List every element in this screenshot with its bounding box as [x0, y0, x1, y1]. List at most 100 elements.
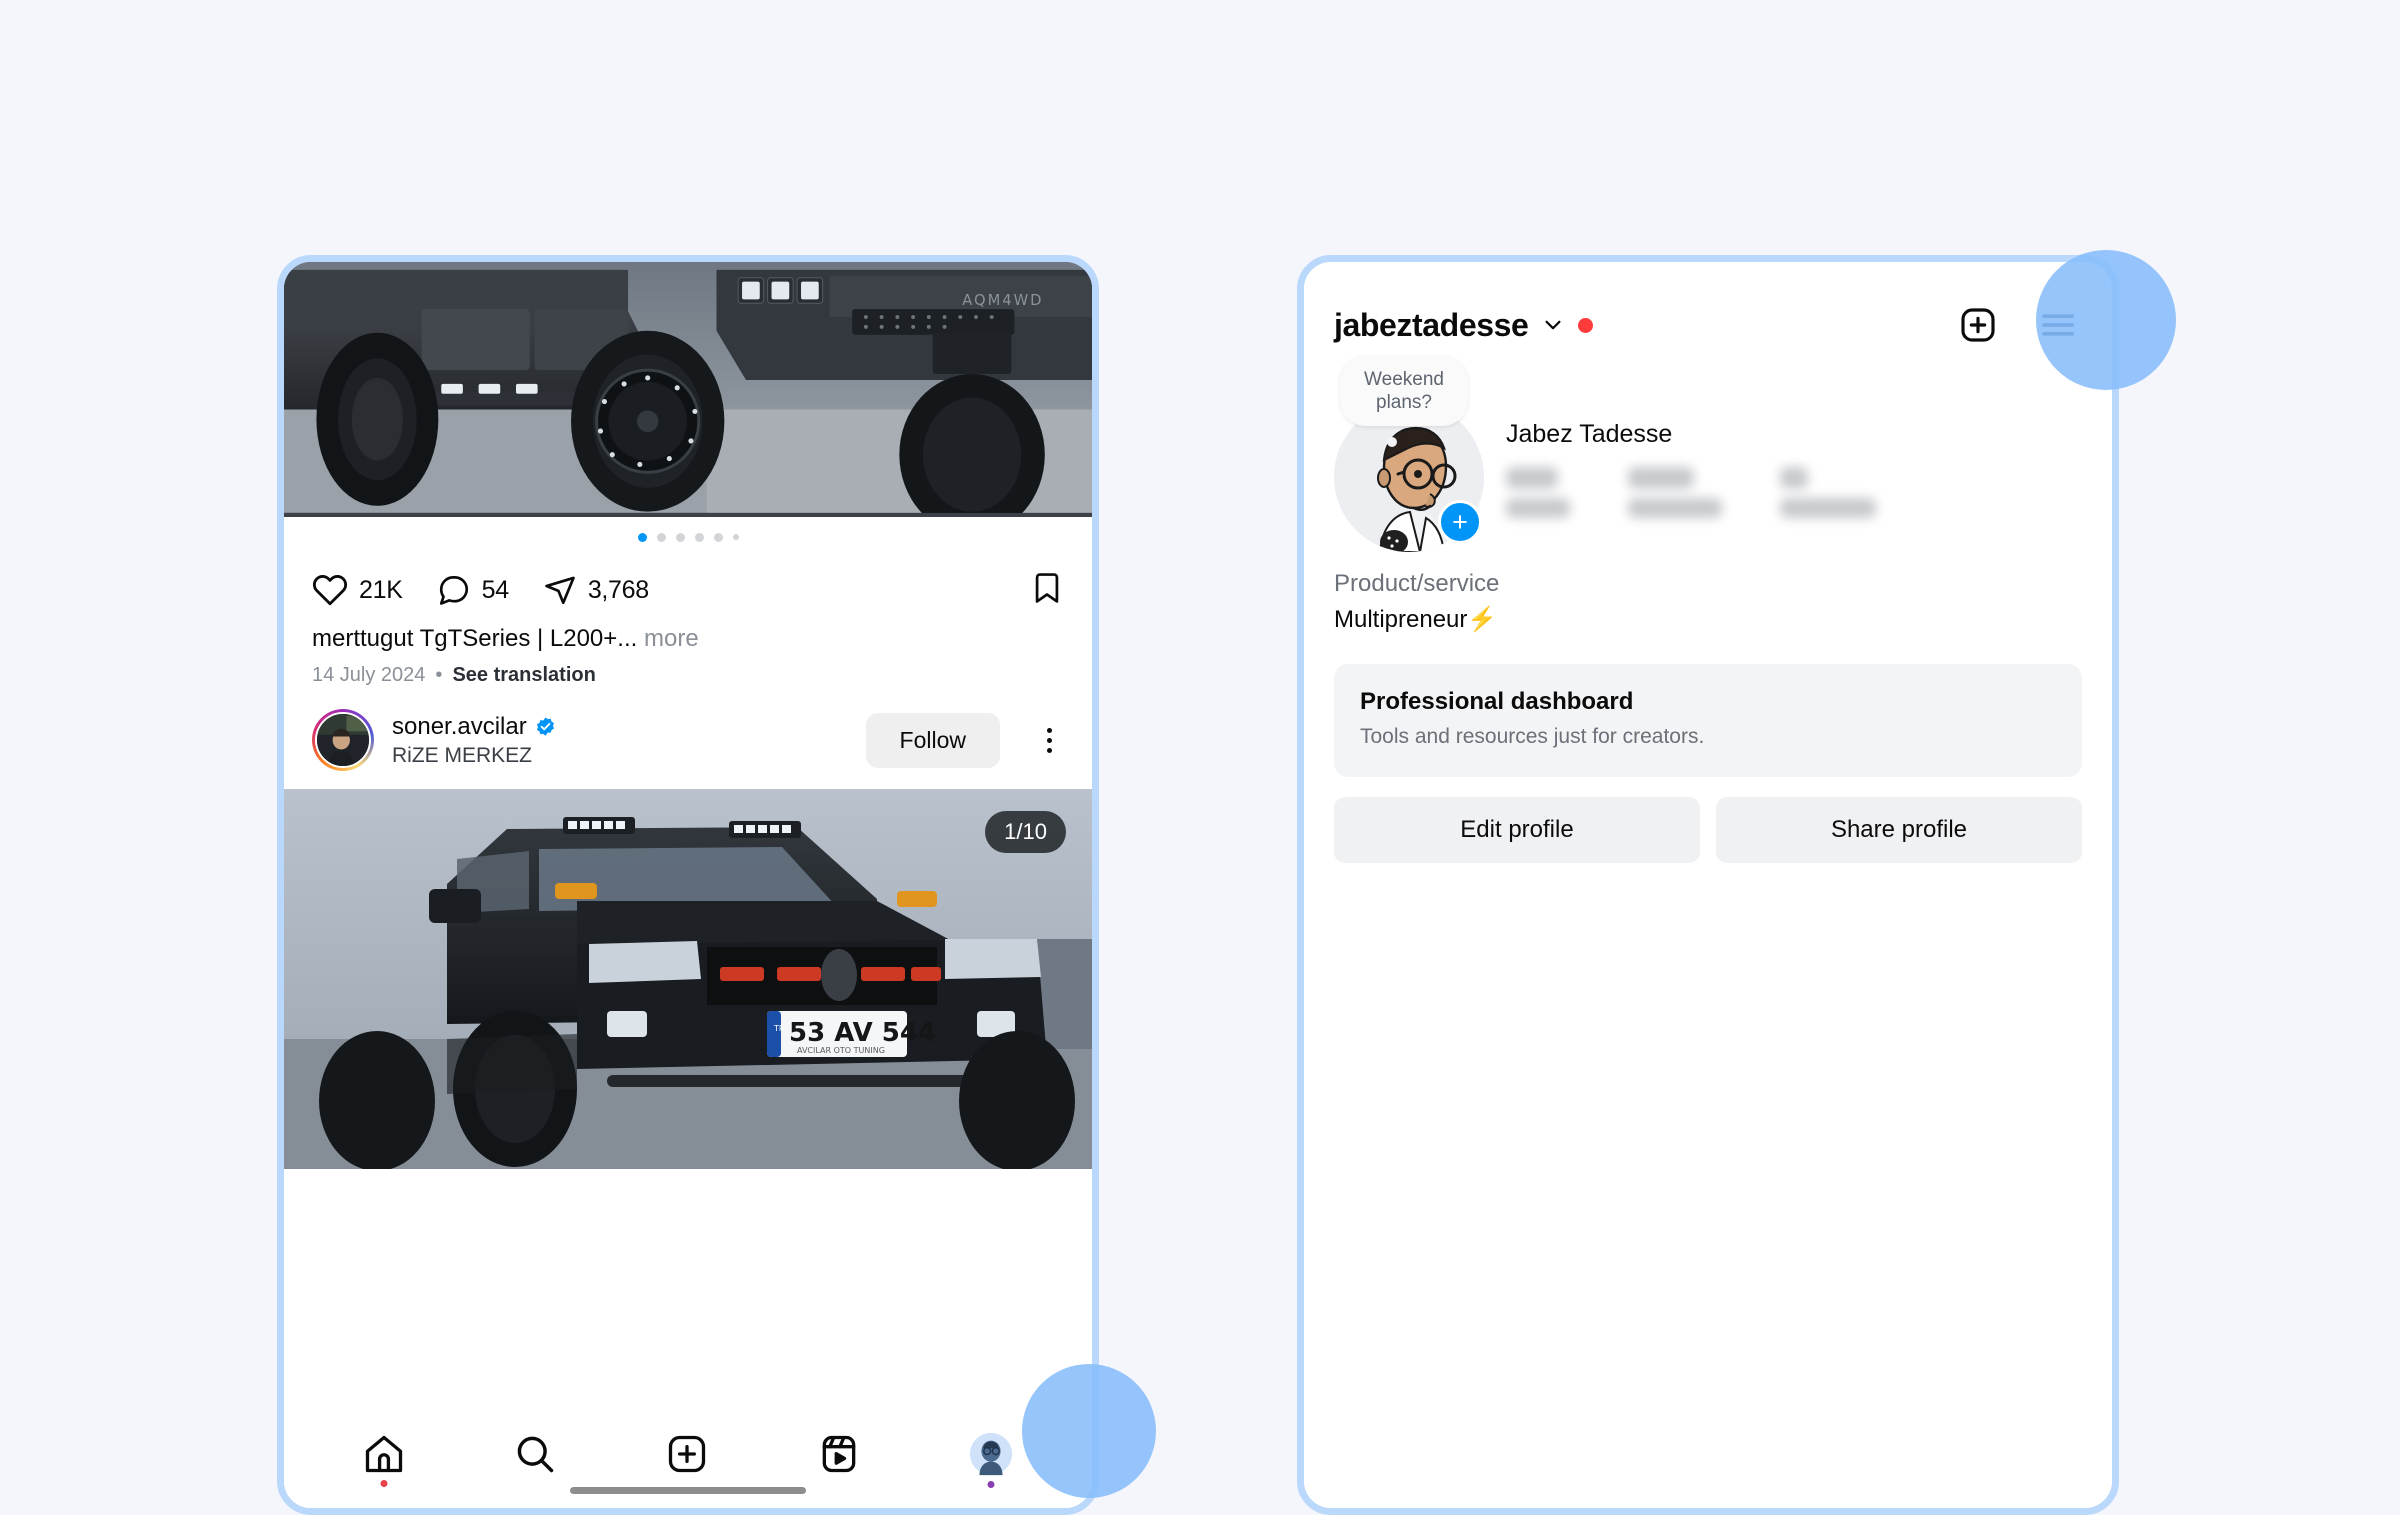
home-indicator-bar: [570, 1487, 806, 1494]
feed-screen: AQM4WD 21K 54 3,768 merttugut TgTSeries …: [284, 262, 1092, 1508]
nav-home[interactable]: [362, 1432, 406, 1487]
profile-info: Jabez Tadesse: [1506, 364, 2082, 518]
heart-icon: [312, 575, 348, 606]
comment-count: 54: [481, 575, 510, 604]
add-post-icon: [1961, 308, 1995, 342]
hamburger-menu-button[interactable]: [2034, 304, 2082, 346]
comment-icon: [439, 576, 468, 605]
share-icon: [545, 576, 575, 605]
add-post-button[interactable]: [1958, 305, 1998, 345]
nav-profile[interactable]: [968, 1431, 1014, 1488]
author-location: RiZE MERKEZ: [392, 743, 533, 767]
svg-text:53 AV 544: 53 AV 544: [789, 1018, 936, 1048]
post-action-row: 21K 54 3,768: [284, 557, 1092, 619]
like-button[interactable]: 21K: [312, 572, 403, 608]
author-username[interactable]: soner.avcilar: [392, 713, 527, 741]
stat-followers[interactable]: [1628, 467, 1722, 518]
note-bubble[interactable]: Weekend plans?: [1340, 356, 1468, 427]
home-icon: [365, 1435, 402, 1473]
profile-action-buttons: Edit profile Share profile: [1334, 797, 2082, 863]
like-count: 21K: [359, 575, 403, 604]
soner-avcilar-avatar: [317, 714, 369, 767]
meta-separator: •: [435, 664, 443, 687]
left-phone-frame: AQM4WD 21K 54 3,768 merttugut TgTSeries …: [277, 255, 1099, 1515]
profile-username[interactable]: jabeztadesse: [1334, 307, 1529, 344]
author-avatar[interactable]: [312, 709, 374, 772]
nav-search[interactable]: [513, 1432, 557, 1476]
chevron-down-icon[interactable]: [1542, 314, 1564, 336]
dot: [1046, 747, 1052, 753]
caption-text: TgTSeries | L200+...: [419, 625, 638, 652]
post-caption[interactable]: merttugut TgTSeries | L200+... more: [284, 619, 1092, 655]
dashboard-subtitle: Tools and resources just for creators.: [1360, 725, 1705, 748]
caption-author: merttugut: [312, 625, 414, 652]
stat-value: [1628, 467, 1694, 489]
profile-header: jabeztadesse: [1304, 262, 2112, 346]
follow-button[interactable]: Follow: [865, 712, 1000, 768]
truck-front-photo: TR 53 AV 544 AVCILAR OTO TUNING: [284, 789, 1092, 1170]
author-info: soner.avcilar RiZE MERKEZ: [392, 713, 556, 768]
profile-screen: jabeztadesse Weekend plans? + Jabez Tade…: [1304, 262, 2112, 1508]
nav-create[interactable]: [665, 1432, 709, 1476]
profile-avatar-icon: [970, 1432, 1013, 1476]
carousel-dot: [675, 532, 685, 542]
stat-posts[interactable]: [1506, 467, 1570, 518]
stat-value: [1506, 467, 1558, 489]
dashboard-title: Professional dashboard: [1360, 688, 1634, 715]
post-author-row: soner.avcilar RiZE MERKEZ Follow: [284, 687, 1092, 789]
dot: [1046, 727, 1052, 733]
post-meta-row: 14 July 2024 • See translation: [284, 655, 1092, 687]
avatar-block: Weekend plans? +: [1334, 356, 1484, 552]
stat-following[interactable]: [1780, 467, 1876, 518]
stat-value: [1780, 467, 1808, 489]
create-icon: [668, 1435, 706, 1473]
profile-stats-row: [1506, 467, 2082, 518]
save-button[interactable]: [1030, 571, 1064, 610]
carousel-counter-badge: 1/10: [985, 811, 1066, 854]
verified-badge-icon: [536, 717, 554, 737]
carousel-dot: [637, 532, 647, 542]
home-notification-dot: [380, 1480, 388, 1487]
share-profile-button[interactable]: Share profile: [1716, 797, 2082, 863]
stat-label: [1780, 498, 1876, 518]
carousel-dots[interactable]: [284, 517, 1092, 557]
post-media-bottom[interactable]: 1/10 TR 53 AV 544 AVCILAR OTO TUNING: [284, 789, 1092, 1170]
carousel-dot: [656, 532, 666, 542]
profile-bio-text: Multipreneur⚡: [1334, 606, 1498, 633]
profile-category: Product/service: [1334, 570, 1500, 597]
post-options-button[interactable]: [1034, 727, 1064, 753]
profile-top-row: Weekend plans? + Jabez Tadesse: [1334, 356, 2082, 552]
unread-indicator-dot: [1578, 317, 1594, 333]
truck-wheels-photo: AQM4WD: [284, 262, 1092, 513]
carousel-dot: [713, 532, 723, 542]
carousel-dot: [732, 534, 739, 540]
stat-label: [1506, 498, 1570, 518]
nav-reels[interactable]: [817, 1432, 861, 1476]
svg-text:AVCILAR OTO TUNING: AVCILAR OTO TUNING: [797, 1046, 885, 1055]
professional-dashboard-card[interactable]: Professional dashboard Tools and resourc…: [1334, 664, 2082, 777]
add-story-button[interactable]: +: [1438, 500, 1482, 544]
svg-text:AQM4WD: AQM4WD: [962, 292, 1043, 309]
dot: [1046, 737, 1052, 743]
profile-body: Weekend plans? + Jabez Tadesse: [1304, 346, 2112, 552]
stat-label: [1628, 498, 1722, 518]
edit-profile-button[interactable]: Edit profile: [1334, 797, 1700, 863]
profile-bio: Product/service Multipreneur⚡: [1304, 552, 2112, 638]
search-icon: [518, 1436, 554, 1473]
share-button[interactable]: 3,768: [543, 573, 649, 607]
see-translation-link[interactable]: See translation: [452, 664, 595, 687]
profile-display-name: Jabez Tadesse: [1506, 420, 1673, 448]
profile-notification-dot: [987, 1481, 995, 1488]
bookmark-icon: [1035, 572, 1059, 603]
right-phone-frame: jabeztadesse Weekend plans? + Jabez Tade…: [1297, 255, 2119, 1515]
carousel-dot: [694, 532, 704, 542]
share-count: 3,768: [587, 575, 649, 604]
comment-button[interactable]: 54: [437, 573, 509, 607]
post-date: 14 July 2024: [312, 664, 426, 687]
avatar-image: [315, 712, 371, 769]
post-media-top[interactable]: AQM4WD: [284, 262, 1092, 517]
reels-icon: [822, 1435, 855, 1473]
svg-text:TR: TR: [773, 1024, 785, 1033]
hamburger-menu-icon: [2042, 314, 2074, 336]
caption-more-link[interactable]: more: [644, 625, 699, 652]
